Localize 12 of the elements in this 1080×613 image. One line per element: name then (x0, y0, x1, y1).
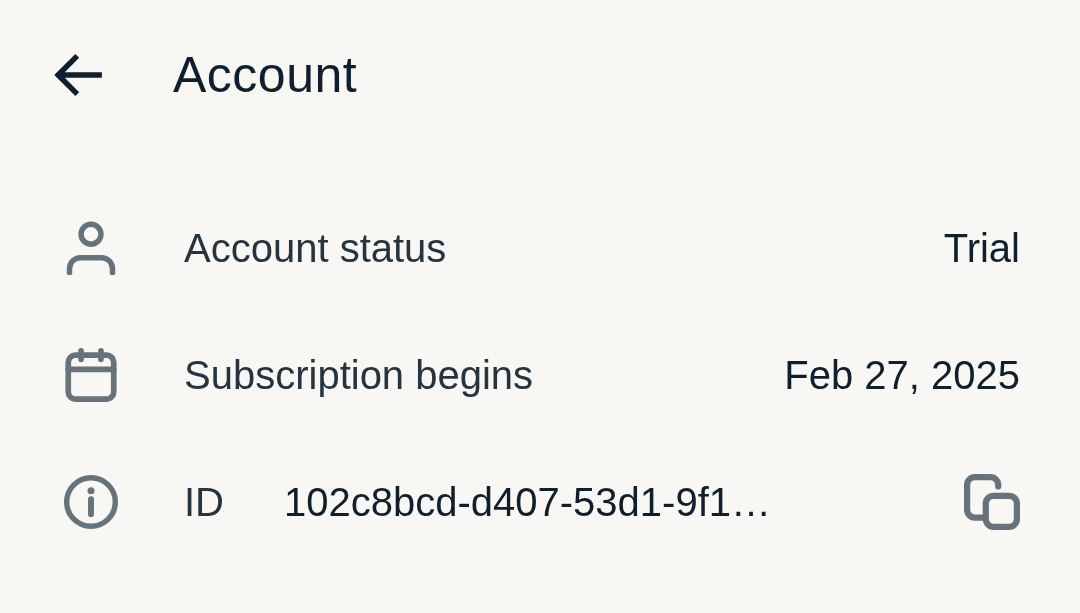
field-label: Account status (184, 224, 447, 272)
id-value: 102c8bcd-d407-53d1-9f1… (284, 478, 771, 526)
person-icon (64, 220, 118, 275)
field-label: Subscription begins (184, 351, 534, 399)
field-label: ID (184, 478, 224, 526)
copy-button[interactable] (964, 473, 1020, 530)
info-icon (64, 474, 118, 529)
field-value: Trial (943, 224, 1020, 272)
field-value: Feb 27, 2025 (784, 351, 1020, 399)
page-title: Account (173, 47, 358, 103)
calendar-icon (64, 347, 118, 402)
copy-icon (964, 473, 1020, 530)
